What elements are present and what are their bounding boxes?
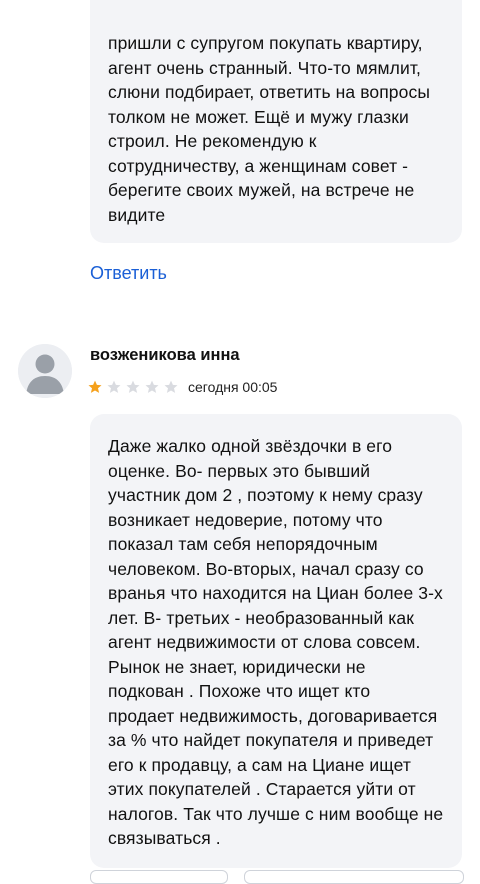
review-author-name: возженикова инна bbox=[90, 346, 240, 364]
bottom-action-button-right[interactable] bbox=[244, 870, 464, 884]
star-empty-icon bbox=[126, 380, 140, 393]
previous-review-text: пришли с супругом покупать квартиру, аге… bbox=[108, 33, 431, 225]
star-empty-icon bbox=[107, 380, 121, 393]
avatar bbox=[18, 344, 72, 398]
star-empty-icon bbox=[164, 380, 178, 393]
review-date: сегодня 00:05 bbox=[188, 379, 278, 395]
bottom-action-button-left[interactable] bbox=[90, 870, 228, 884]
review-bubble: Даже жалко одной звёздочки в его оценке.… bbox=[90, 414, 462, 868]
review-text: Даже жалко одной звёздочки в его оценке.… bbox=[108, 436, 444, 848]
previous-review-bubble: пришли с супругом покупать квартиру, аге… bbox=[90, 0, 462, 243]
reply-link[interactable]: Ответить bbox=[90, 263, 167, 284]
star-empty-icon bbox=[145, 380, 159, 393]
star-filled-icon bbox=[88, 380, 102, 393]
user-silhouette-icon bbox=[18, 344, 72, 398]
star-rating bbox=[88, 378, 183, 396]
